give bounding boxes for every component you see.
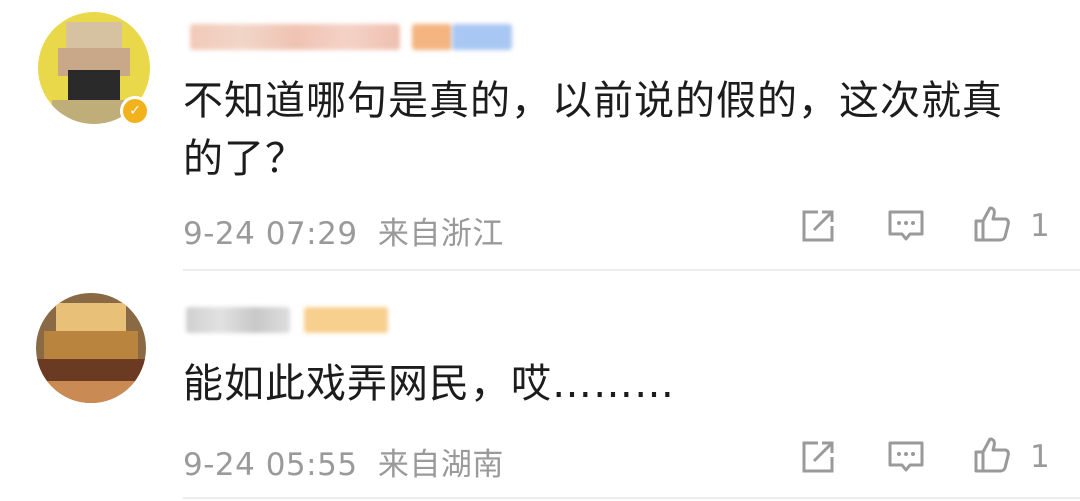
thumbs-up-icon[interactable] — [972, 204, 1012, 244]
like-count: 1 — [1030, 439, 1050, 475]
comment-location: 来自浙江 — [377, 216, 504, 252]
comment-meta: 9-24 05:55 来自湖南 — [183, 439, 504, 484]
username[interactable] — [186, 307, 290, 333]
divider — [183, 497, 1080, 499]
vip-badge — [304, 307, 388, 333]
comment-item: 能如此戏弄网民，哎……… 9-24 05:55 来自湖南 1 — [0, 271, 1080, 501]
avatar[interactable] — [36, 293, 146, 403]
verified-badge-icon: ✓ — [120, 96, 150, 126]
comment-location: 来自湖南 — [377, 447, 504, 483]
comment-time: 9-24 07:29 — [183, 216, 358, 252]
username[interactable] — [190, 24, 400, 50]
comment-meta: 9-24 07:29 来自浙江 — [183, 208, 504, 253]
comment-text: 能如此戏弄网民，哎……… — [183, 361, 675, 407]
comment-time: 9-24 05:55 — [183, 447, 358, 483]
level-badge — [452, 24, 512, 50]
comment-icon[interactable] — [886, 437, 926, 477]
comment-icon[interactable] — [886, 206, 926, 246]
vip-badge — [412, 24, 452, 50]
share-icon[interactable] — [798, 437, 838, 477]
share-icon[interactable] — [798, 206, 838, 246]
thumbs-up-icon[interactable] — [972, 435, 1012, 475]
comment-item: ✓ 不知道哪句是真的，以前说的假的，这次就真 的了？ 9-24 07:29 来自… — [0, 0, 1080, 270]
like-count: 1 — [1030, 208, 1050, 244]
comment-text: 不知道哪句是真的，以前说的假的，这次就真 的了？ — [183, 78, 1003, 182]
